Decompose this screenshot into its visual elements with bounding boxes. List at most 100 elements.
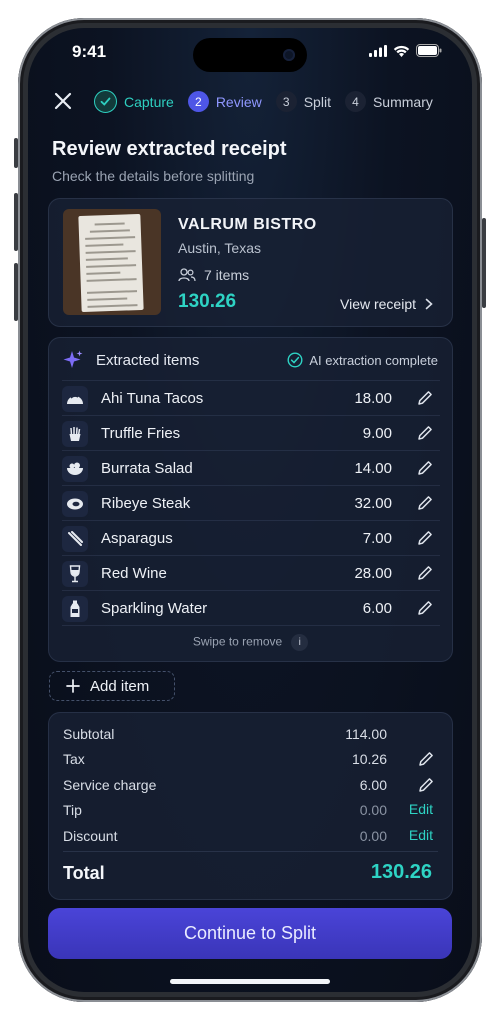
item-price: 32.00 bbox=[354, 495, 392, 512]
discount-value: 0.00 bbox=[359, 828, 387, 844]
salad-icon bbox=[62, 456, 88, 482]
subtotal-row: Subtotal 114.00 bbox=[63, 726, 437, 742]
step-summary[interactable]: 4 Summary bbox=[344, 91, 433, 112]
item-price: 9.00 bbox=[362, 425, 392, 442]
volume-down-button bbox=[14, 263, 18, 321]
item-row[interactable]: Ahi Tuna Tacos 18.00 bbox=[62, 380, 440, 416]
sparkle-icon bbox=[63, 350, 83, 368]
edit-discount-link[interactable]: Edit bbox=[409, 827, 433, 843]
tax-label: Tax bbox=[63, 751, 85, 767]
restaurant-location: Austin, Texas bbox=[178, 240, 262, 256]
subtotal-value: 114.00 bbox=[345, 726, 387, 742]
tax-value: 10.26 bbox=[351, 751, 387, 767]
item-name: Ribeye Steak bbox=[101, 495, 191, 512]
page-title: Review extracted receipt bbox=[52, 138, 287, 160]
add-item-button[interactable]: Add item bbox=[49, 671, 175, 701]
step-label: Split bbox=[303, 93, 331, 110]
item-name: Asparagus bbox=[101, 530, 173, 547]
swipe-hint: Swipe to remove i bbox=[49, 634, 452, 651]
status-time: 9:41 bbox=[72, 42, 107, 61]
signal-icon bbox=[369, 44, 387, 57]
steak-icon bbox=[62, 491, 88, 517]
subtotal-label: Subtotal bbox=[63, 726, 115, 742]
item-row[interactable]: Red Wine 28.00 bbox=[62, 555, 440, 591]
step-split[interactable]: 3 Split bbox=[275, 91, 331, 112]
pencil-icon[interactable] bbox=[416, 424, 434, 442]
items-header: Extracted items bbox=[63, 350, 199, 371]
front-camera bbox=[283, 49, 295, 61]
pencil-icon[interactable] bbox=[417, 750, 435, 768]
row-divider bbox=[62, 625, 440, 627]
pencil-icon[interactable] bbox=[416, 564, 434, 582]
plus-icon bbox=[66, 679, 80, 693]
ai-status-text: AI extraction complete bbox=[309, 352, 438, 368]
item-row[interactable]: Asparagus 7.00 bbox=[62, 520, 440, 556]
pencil-icon[interactable] bbox=[416, 389, 434, 407]
pencil-icon[interactable] bbox=[416, 599, 434, 617]
item-row[interactable]: Sparkling Water 6.00 bbox=[62, 590, 440, 626]
edit-tip-link[interactable]: Edit bbox=[409, 801, 433, 817]
chevron-right-icon bbox=[425, 298, 433, 310]
check-icon bbox=[94, 90, 117, 113]
pencil-icon[interactable] bbox=[416, 459, 434, 477]
check-circle-icon bbox=[287, 352, 303, 368]
bottle-icon bbox=[62, 596, 88, 622]
step-capture[interactable]: Capture bbox=[94, 90, 174, 113]
item-row[interactable]: Burrata Salad 14.00 bbox=[62, 450, 440, 486]
item-price: 28.00 bbox=[354, 565, 392, 582]
add-item-label: Add item bbox=[90, 677, 150, 695]
step-review[interactable]: 2 Review bbox=[187, 91, 262, 112]
info-icon[interactable]: i bbox=[291, 634, 309, 651]
tip-value: 0.00 bbox=[359, 802, 387, 818]
continue-to-split-button[interactable]: Continue to Split bbox=[48, 908, 452, 959]
view-receipt-link[interactable]: View receipt bbox=[340, 296, 433, 312]
home-indicator[interactable] bbox=[170, 979, 330, 984]
step-label: Review bbox=[215, 93, 262, 110]
item-price: 18.00 bbox=[354, 390, 392, 407]
wifi-icon bbox=[393, 45, 410, 57]
receipt-total: 130.26 bbox=[178, 291, 237, 312]
tip-label: Tip bbox=[63, 802, 82, 818]
service-charge-label: Service charge bbox=[63, 777, 157, 793]
item-name: Ahi Tuna Tacos bbox=[101, 390, 204, 407]
discount-row: Discount 0.00 Edit bbox=[63, 827, 437, 844]
stepper: Capture 2 Review 3 Split 4 Summary bbox=[94, 90, 433, 113]
step-number: 4 bbox=[344, 91, 366, 112]
swipe-hint-text: Swipe to remove bbox=[192, 634, 283, 649]
item-price: 14.00 bbox=[354, 460, 392, 477]
receipt-thumbnail[interactable] bbox=[63, 209, 161, 315]
discount-label: Discount bbox=[63, 828, 118, 844]
items-count: 7 items bbox=[178, 267, 249, 283]
step-number: 2 bbox=[187, 91, 209, 112]
item-row[interactable]: Truffle Fries 9.00 bbox=[62, 415, 440, 451]
fries-icon bbox=[62, 421, 88, 447]
power-button bbox=[482, 218, 486, 308]
items-count-label: 7 items bbox=[204, 267, 250, 283]
pencil-icon[interactable] bbox=[416, 529, 434, 547]
item-price: 6.00 bbox=[362, 600, 392, 617]
restaurant-name: VALRUM BISTRO bbox=[178, 216, 317, 233]
totals-card: Subtotal 114.00 Tax 10.26 Service charge… bbox=[48, 712, 453, 900]
total-label: Total bbox=[63, 863, 105, 883]
tip-row: Tip 0.00 Edit bbox=[63, 801, 437, 818]
dynamic-island bbox=[193, 38, 307, 72]
page-subtitle: Check the details before splitting bbox=[52, 168, 255, 184]
receipt-paper-image bbox=[78, 213, 144, 313]
close-icon[interactable] bbox=[52, 90, 74, 112]
total-value: 130.26 bbox=[370, 861, 432, 883]
pencil-icon[interactable] bbox=[417, 776, 435, 794]
item-row[interactable]: Ribeye Steak 32.00 bbox=[62, 485, 440, 521]
app-screen: 9:41 Capture 2 Review 3 Split 4 Summary … bbox=[28, 28, 472, 992]
step-label: Summary bbox=[372, 93, 433, 110]
item-name: Truffle Fries bbox=[101, 425, 181, 442]
wine-glass-icon bbox=[62, 561, 88, 587]
item-name: Sparkling Water bbox=[101, 600, 208, 617]
item-name: Red Wine bbox=[101, 565, 167, 582]
receipt-summary-card: VALRUM BISTRO Austin, Texas 7 items 130.… bbox=[48, 198, 453, 327]
people-icon bbox=[178, 268, 196, 282]
extracted-items-card: Extracted items AI extraction complete A… bbox=[48, 337, 453, 662]
pencil-icon[interactable] bbox=[416, 494, 434, 512]
status-icons bbox=[369, 44, 442, 57]
service-charge-row: Service charge 6.00 bbox=[63, 777, 437, 793]
item-name: Burrata Salad bbox=[101, 460, 193, 477]
